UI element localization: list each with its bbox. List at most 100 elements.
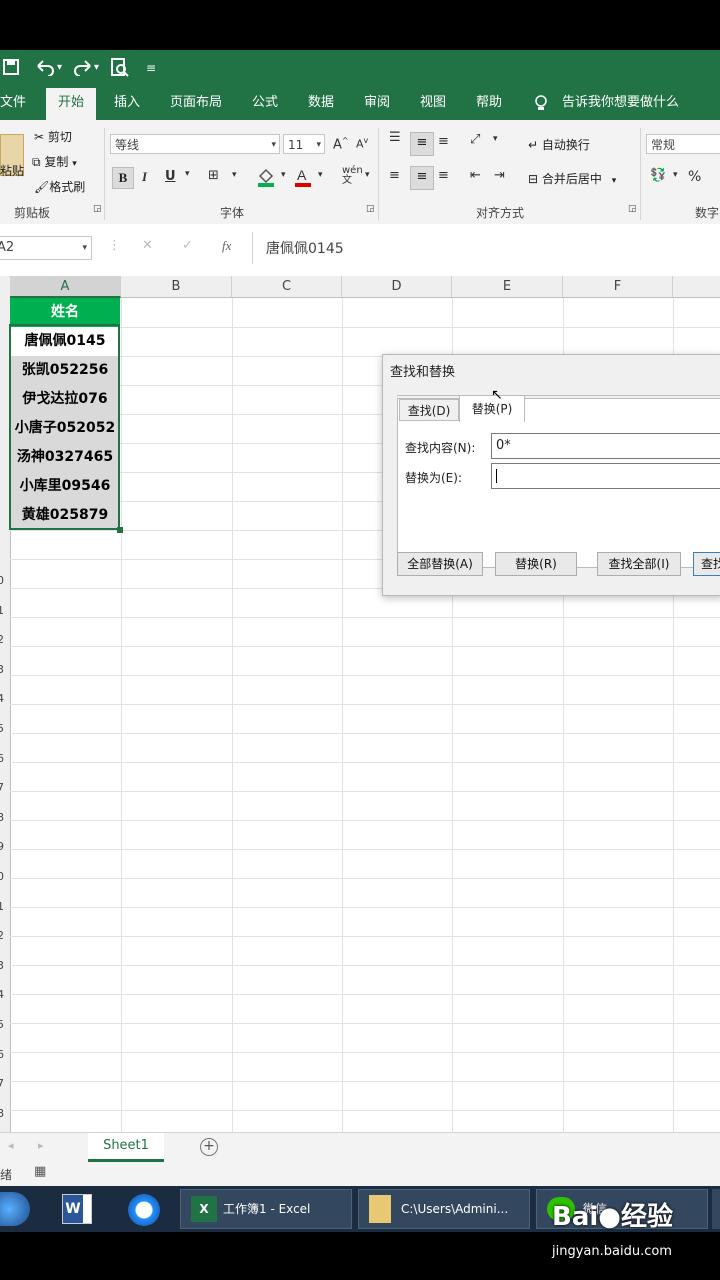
paste-label[interactable]: 粘贴	[0, 162, 24, 179]
add-sheet-button[interactable]: +	[200, 1138, 218, 1156]
tab-page-layout[interactable]: 页面布局	[170, 86, 222, 120]
row-number[interactable]: 2	[0, 929, 4, 942]
underline-button[interactable]: U	[165, 169, 176, 184]
dialog-launcher-icon[interactable]: ◲	[628, 204, 637, 214]
align-bottom-icon[interactable]: ≡	[438, 134, 449, 149]
bold-button[interactable]: B	[112, 167, 134, 189]
name-box[interactable]: A2 ▾	[0, 236, 92, 260]
orientation-dropdown-icon[interactable]: ▾	[493, 134, 498, 144]
currency-dropdown-icon[interactable]: ▾	[673, 170, 678, 180]
word-icon[interactable]: W	[62, 1194, 92, 1224]
row-number[interactable]: 3	[0, 663, 4, 676]
increase-indent-icon[interactable]: ⇥	[494, 168, 505, 183]
row-number[interactable]: 6	[0, 752, 4, 765]
taskbar-excel[interactable]: X 工作簿1 - Excel	[180, 1189, 352, 1229]
merge-center-button[interactable]: ⊟ 合并后居中 ▾	[528, 170, 616, 187]
align-center-icon[interactable]: ≡	[410, 166, 434, 190]
wrap-text-button[interactable]: ↵ 自动换行	[528, 136, 590, 153]
phonetic-dropdown-icon[interactable]: ▾	[365, 170, 370, 180]
cut-button[interactable]: ✂ 剪切	[34, 128, 72, 145]
font-color-dropdown-icon[interactable]: ▾	[318, 170, 323, 180]
row-number[interactable]: 6	[0, 1048, 4, 1061]
macro-record-icon[interactable]: ▦	[34, 1164, 46, 1179]
row-number[interactable]: 7	[0, 1077, 4, 1090]
column-header-D[interactable]: D	[342, 276, 452, 298]
row-number[interactable]: 2	[0, 633, 4, 646]
tab-formulas[interactable]: 公式	[252, 86, 278, 120]
scroll-left-icon[interactable]: ◂	[8, 1139, 14, 1152]
column-header-E[interactable]: E	[452, 276, 563, 298]
tab-insert[interactable]: 插入	[114, 86, 140, 120]
row-number[interactable]: 0	[0, 574, 4, 587]
tab-home[interactable]: 开始	[46, 88, 97, 120]
tab-help[interactable]: 帮助	[476, 86, 502, 120]
number-format-select[interactable]: 常规	[646, 134, 720, 154]
fill-handle[interactable]	[117, 527, 123, 533]
row-number[interactable]: 1	[0, 900, 4, 913]
align-right-icon[interactable]: ≡	[438, 168, 449, 183]
column-header-A[interactable]: A	[10, 276, 121, 298]
formula-input[interactable]: 唐佩佩0145	[266, 238, 344, 258]
cancel-icon[interactable]: ✕	[142, 238, 153, 253]
row-number[interactable]: 4	[0, 692, 4, 705]
font-name-select[interactable]: 等线 ▾	[110, 134, 280, 154]
sheet-tab-sheet1[interactable]: Sheet1	[88, 1133, 164, 1162]
phonetic-icon[interactable]: wén 文	[342, 166, 363, 186]
scroll-right-icon[interactable]: ▸	[38, 1139, 44, 1152]
font-color-icon[interactable]: A	[293, 166, 313, 192]
percent-button[interactable]: %	[688, 169, 701, 185]
copy-button[interactable]: ⧉ 复制 ▾	[32, 153, 77, 170]
tell-me-search[interactable]: 告诉我你想要做什么	[562, 86, 679, 120]
tab-find[interactable]: 查找(D)	[399, 399, 459, 421]
italic-button[interactable]: I	[142, 169, 147, 185]
orientation-icon[interactable]: ⤢	[470, 132, 480, 147]
start-icon[interactable]	[0, 1192, 30, 1226]
increase-font-icon[interactable]: A^	[333, 136, 349, 152]
row-number[interactable]: 7	[0, 781, 4, 794]
find-all-button[interactable]: 查找全部(I)	[597, 552, 681, 576]
find-next-button[interactable]: 查找	[693, 552, 720, 576]
tab-view[interactable]: 视图	[420, 86, 446, 120]
tab-review[interactable]: 审阅	[364, 86, 390, 120]
row-number[interactable]: 0	[0, 870, 4, 883]
row-number[interactable]: 4	[0, 988, 4, 1001]
row-number[interactable]: 9	[0, 840, 4, 853]
row-number[interactable]: 5	[0, 1018, 4, 1031]
taskbar-explorer[interactable]: C:\Users\Admini...	[358, 1189, 530, 1229]
align-left-icon[interactable]: ≡	[389, 168, 400, 183]
browser-icon[interactable]	[128, 1194, 160, 1226]
find-what-input[interactable]: 0*	[491, 433, 720, 459]
row-number[interactable]: 8	[0, 811, 4, 824]
column-header-G[interactable]	[673, 276, 720, 298]
header-cell[interactable]: 姓名	[10, 298, 120, 327]
fill-color-dropdown-icon[interactable]: ▾	[281, 170, 286, 180]
undo-icon[interactable]	[34, 58, 56, 81]
row-number[interactable]: 8	[0, 1107, 4, 1120]
align-top-icon[interactable]: ☰	[389, 130, 401, 145]
save-icon[interactable]	[2, 58, 20, 81]
fill-color-icon[interactable]	[256, 166, 276, 192]
column-header-B[interactable]: B	[121, 276, 232, 298]
replace-button[interactable]: 替换(R)	[495, 552, 577, 576]
borders-dropdown-icon[interactable]: ▾	[232, 170, 237, 180]
column-header-C[interactable]: C	[232, 276, 342, 298]
format-painter-button[interactable]: 🖌格式刷	[34, 178, 85, 195]
row-number[interactable]: 1	[0, 604, 4, 617]
row-number[interactable]: 5	[0, 722, 4, 735]
currency-icon[interactable]: 💱	[650, 168, 666, 183]
redo-icon[interactable]	[72, 58, 94, 81]
dialog-launcher-icon[interactable]: ◲	[93, 204, 102, 214]
insert-function-icon[interactable]: fx	[222, 238, 231, 254]
tab-data[interactable]: 数据	[308, 86, 334, 120]
replace-all-button[interactable]: 全部替换(A)	[397, 552, 483, 576]
decrease-font-icon[interactable]: Av	[356, 136, 368, 151]
customize-qat-icon[interactable]: ≡	[146, 58, 156, 78]
column-header-F[interactable]: F	[563, 276, 673, 298]
replace-with-input[interactable]	[491, 463, 720, 489]
dialog-launcher-icon[interactable]: ◲	[366, 204, 375, 214]
print-preview-icon[interactable]	[110, 58, 130, 83]
enter-icon[interactable]: ✓	[182, 238, 193, 253]
redo-dropdown-icon[interactable]: ▾	[94, 58, 99, 78]
font-size-select[interactable]: 11 ▾	[283, 134, 325, 154]
borders-icon[interactable]: ⊞	[208, 168, 219, 183]
